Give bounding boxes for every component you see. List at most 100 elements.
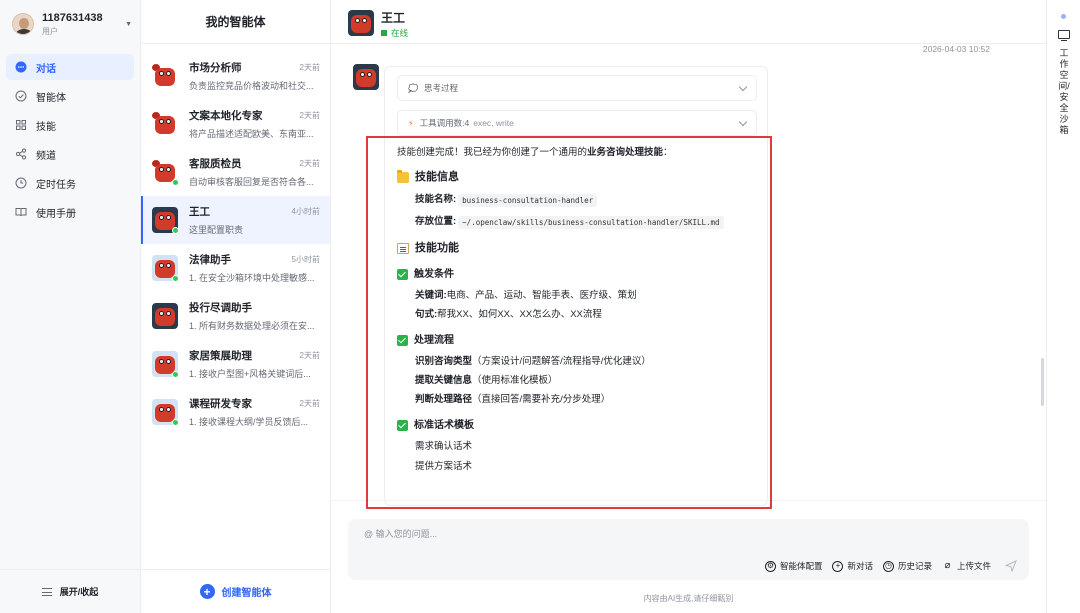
agent-desc: 将产品描述适配欧美、东南亚... [189,129,314,139]
nav-item-scheduled[interactable]: 定时任务 [6,170,134,196]
online-dot [172,179,179,186]
agent-list: 市场分析师 2天前 负责监控竞品价格波动和社交... 文案本地化专家 2天前 将产品… [141,52,330,436]
agent-item[interactable]: 课程研发专家 2天前 1. 接收课程大纲/学员反馈后... [141,388,330,436]
caret-down-icon[interactable]: ▼ [125,21,132,28]
agent-name: 客服质检员 [189,158,242,170]
agent-desc: 1. 接收课程大纲/学员反馈后... [189,417,309,427]
agent-item[interactable]: 客服质检员 2天前 自动审核客服回复是否符合各... [141,148,330,196]
message-input[interactable]: @ 输入您的问题... ⚙ 智能体配置 + 新对话 ◷ 历史记录 ⌀ 上传文件 [348,519,1029,580]
nav-item-chat[interactable]: 对话 [6,54,134,80]
nav-item-channels[interactable]: 频道 [6,141,134,167]
agent-desc: 自动审核客服回复是否符合各... [189,177,314,187]
monitor-icon[interactable] [1058,30,1070,42]
agent-desc: 1. 在安全沙箱环境中处理敏感... [189,273,315,283]
lobster-avatar [152,63,178,89]
lobster-avatar [152,351,179,378]
user-id: 1187631438 [42,11,103,24]
online-status: 在线 [381,27,408,39]
tool-calls-label: 工具调用数:4 [419,118,470,128]
nav-item-agents[interactable]: 智能体 [6,83,134,109]
skill-function-heading: 技能功能 [397,242,763,255]
plus-icon: + [199,584,215,599]
agent-item[interactable]: 文案本地化专家 2天前 将产品描述适配欧美、东南亚... [141,100,330,148]
send-icon[interactable] [1005,560,1017,572]
chevron-down-icon [738,117,748,127]
nav-label: 使用手册 [36,208,76,220]
composer-toolbar: ⚙ 智能体配置 + 新对话 ◷ 历史记录 ⌀ 上传文件 [755,560,1017,572]
script-heading: 标准话术模板 [397,420,763,432]
skill-name-row: 技能名称: business-consultation-handler [415,193,763,207]
message-content: 技能创建完成！我已经为你创建了一个通用的业务咨询处理技能： 技能信息 技能名称:… [397,145,763,473]
skill-path-code: ~/.openclaw/skills/business-consultation… [458,215,724,229]
lobster-avatar [152,399,179,426]
intro-text: 技能创建完成！我已经为你创建了一个通用的业务咨询处理技能： [397,147,673,158]
agent-time: 2天前 [299,159,320,168]
agent-item-active[interactable]: 王工 4小时前 这里配置职责 [141,196,330,244]
agent-item[interactable]: 投行尽调助手 1. 所有财务数据处理必须在安... [141,292,330,340]
check-box-icon [397,420,408,432]
grid-icon [15,119,27,131]
flow-item: 识别咨询类型（方案设计/问题解答/流程指导/优化建议） [415,355,651,367]
paperclip-icon: ⌀ [944,560,951,571]
lobster-avatar [152,159,179,186]
agent-time: 4小时前 [291,207,320,216]
skill-name-code: business-consultation-handler [458,193,598,207]
folder-icon [397,170,409,184]
online-dot [172,275,179,282]
agent-name: 投行尽调助手 [189,302,252,314]
message-avatar [353,64,379,90]
message-timestamp: 2026-04-03 10:52 [922,44,990,54]
chat-agent-name: 王工 [381,11,406,25]
agent-name: 文案本地化专家 [189,110,263,122]
chat-scrollbar[interactable] [1041,358,1044,406]
chevron-down-icon [738,82,748,92]
chat-area: 王工 在线 2026-04-03 10:52 💭 思考过程 ⚡ 工具调用数:4 … [331,0,1046,613]
nav-item-manual[interactable]: 使用手册 [6,199,134,225]
agent-config-button[interactable]: ⚙ 智能体配置 [764,560,822,572]
agent-time: 2天前 [299,351,320,360]
clock-icon [15,177,27,189]
right-rail: 工作空间/安全沙箱 [1046,0,1080,613]
assistant-message: 💭 思考过程 ⚡ 工具调用数:4 exec, write 技能创建完成！我已经为… [384,66,768,506]
upload-file-button[interactable]: ⌀ 上传文件 [942,560,991,572]
agent-item[interactable]: 法律助手 5小时前 1. 在安全沙箱环境中处理敏感... [141,244,330,292]
agent-time: 2天前 [299,111,320,120]
skill-info-heading: 技能信息 [397,170,763,184]
online-dot [172,419,179,426]
composer-divider [331,500,1046,501]
input-placeholder: @ 输入您的问题... [364,529,438,539]
keywords-row: 关键词:电商、产品、运动、智能手表、医疗级、策划 [415,289,637,301]
ai-disclaimer: 内容由AI生成,请仔细甄别 [643,594,734,603]
agent-time: 2天前 [299,399,320,408]
flow-item: 判断处理路径（直接回答/需要补充/分步处理） [415,394,611,406]
lobster-avatar [152,303,178,329]
check-box-icon [397,269,408,281]
nav-item-skills[interactable]: 技能 [6,112,134,138]
memo-icon [397,242,409,254]
menu-icon [41,587,52,596]
book-icon [15,206,27,218]
agent-item[interactable]: 家居策展助理 2天前 1. 接收户型图+风格关键词后... [141,340,330,388]
status-text: 在线 [391,28,409,38]
trigger-heading: 触发条件 [397,269,763,281]
thinking-toggle[interactable]: 💭 思考过程 [397,75,757,101]
workspace-sandbox-label[interactable]: 工作空间/安全沙箱 [1058,48,1070,136]
lightning-icon: ⚡ [408,118,414,128]
script-item: 提供方案话术 [415,461,473,473]
agent-panel: 我的智能体 市场分析师 2天前 负责监控竞品价格波动和社交... 文案本地化专家 2… [141,0,331,613]
tool-calls-toggle[interactable]: ⚡ 工具调用数:4 exec, write [397,110,757,136]
chat-header: 王工 在线 [331,0,1046,44]
sentence-row: 句式:帮我XX、如何XX、XX怎么办、XX流程 [415,309,602,321]
online-square-icon [381,30,387,36]
history-button[interactable]: ◷ 历史记录 [882,560,932,572]
new-chat-button[interactable]: + 新对话 [832,560,873,572]
user-menu[interactable]: 1187631438 用户 ▼ [12,10,132,38]
flow-item: 提取关键信息（使用标准化模板） [415,374,558,386]
create-agent-button[interactable]: + 创建智能体 [141,569,330,613]
nav-label: 技能 [36,121,56,133]
agent-time: 2天前 [299,63,320,72]
agent-item[interactable]: 市场分析师 2天前 负责监控竞品价格波动和社交... [141,52,330,100]
collapse-toggle[interactable]: 展开/收起 [0,569,140,613]
online-dot [172,371,179,378]
create-label: 创建智能体 [221,588,272,599]
